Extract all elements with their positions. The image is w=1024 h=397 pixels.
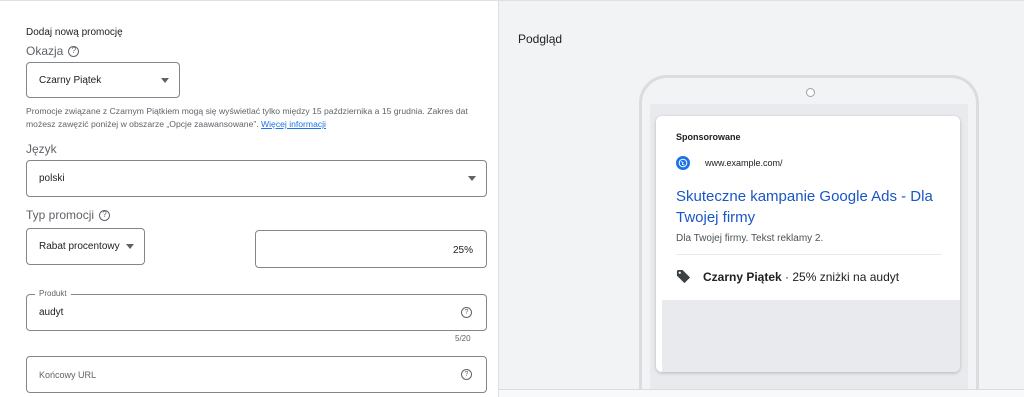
- sponsored-label: Sponsorowane: [676, 132, 741, 142]
- help-icon[interactable]: ?: [461, 307, 472, 318]
- promo-type-label: Typ promocji ?: [26, 208, 111, 222]
- chevron-down-icon: [126, 244, 134, 249]
- promotion-form-panel: Dodaj nową promocję Okazja ? Czarny Piąt…: [0, 0, 498, 397]
- preview-panel: Podgląd Sponsorowane www.example.com/ Sk…: [498, 0, 1024, 397]
- language-label-text: Język: [26, 142, 57, 156]
- language-select[interactable]: polski: [26, 160, 487, 197]
- chevron-down-icon: [161, 78, 169, 83]
- hint-text: Promocje związane z Czarnym Piątkiem mog…: [26, 106, 468, 129]
- language-value: polski: [39, 173, 65, 184]
- globe-icon: [676, 156, 690, 170]
- tag-icon: [676, 269, 691, 284]
- final-url-input[interactable]: Końcowy URL ?: [26, 356, 487, 393]
- promo-extension: Czarny Piątek · 25% zniżki na audyt: [676, 269, 899, 284]
- ad-description: Dla Twojej firmy. Tekst reklamy 2.: [676, 233, 824, 244]
- learn-more-link[interactable]: Więcej informacji: [261, 119, 326, 129]
- promo-occasion: Czarny Piątek: [703, 269, 782, 284]
- final-url-placeholder: Końcowy URL: [39, 370, 97, 380]
- phone-screen: Sponsorowane www.example.com/ Skuteczne …: [650, 104, 968, 397]
- ad-display-url: www.example.com/: [705, 158, 783, 168]
- chevron-down-icon: [468, 176, 476, 181]
- help-icon[interactable]: ?: [99, 209, 111, 221]
- product-input[interactable]: Produkt audyt ?: [26, 289, 487, 331]
- preview-title: Podgląd: [518, 32, 563, 46]
- percent-value: 25%: [452, 245, 473, 256]
- occasion-select[interactable]: Czarny Piątek: [26, 62, 180, 98]
- preview-bottom-bar: [499, 389, 1024, 397]
- help-icon[interactable]: ?: [461, 369, 472, 380]
- section-title: Dodaj nową promocję: [26, 27, 123, 38]
- ad-image-placeholder: [662, 300, 960, 372]
- help-icon[interactable]: ?: [68, 45, 80, 57]
- occasion-hint: Promocje związane z Czarnym Piątkiem mog…: [26, 105, 486, 131]
- percent-input[interactable]: 25%: [255, 230, 487, 268]
- occasion-value: Czarny Piątek: [39, 74, 102, 86]
- phone-frame: Sponsorowane www.example.com/ Skuteczne …: [639, 75, 979, 397]
- promo-type-select[interactable]: Rabat procentowy: [26, 228, 145, 265]
- promo-type-value: Rabat procentowy: [39, 241, 120, 252]
- product-label: Produkt: [35, 289, 71, 298]
- occasion-label: Okazja ?: [26, 44, 80, 58]
- product-value: audyt: [39, 307, 64, 318]
- occasion-label-text: Okazja: [26, 44, 64, 58]
- language-label: Język: [26, 142, 57, 156]
- phone-speaker-icon: [806, 88, 815, 97]
- divider: [676, 254, 942, 255]
- promo-type-label-text: Typ promocji: [26, 208, 95, 222]
- product-char-counter: 5/20: [455, 334, 471, 343]
- ad-headline[interactable]: Skuteczne kampanie Google Ads - Dla Twoj…: [676, 186, 956, 228]
- promo-detail: · 25% zniżki na audyt: [781, 269, 900, 284]
- ad-preview-card: Sponsorowane www.example.com/ Skuteczne …: [656, 116, 960, 372]
